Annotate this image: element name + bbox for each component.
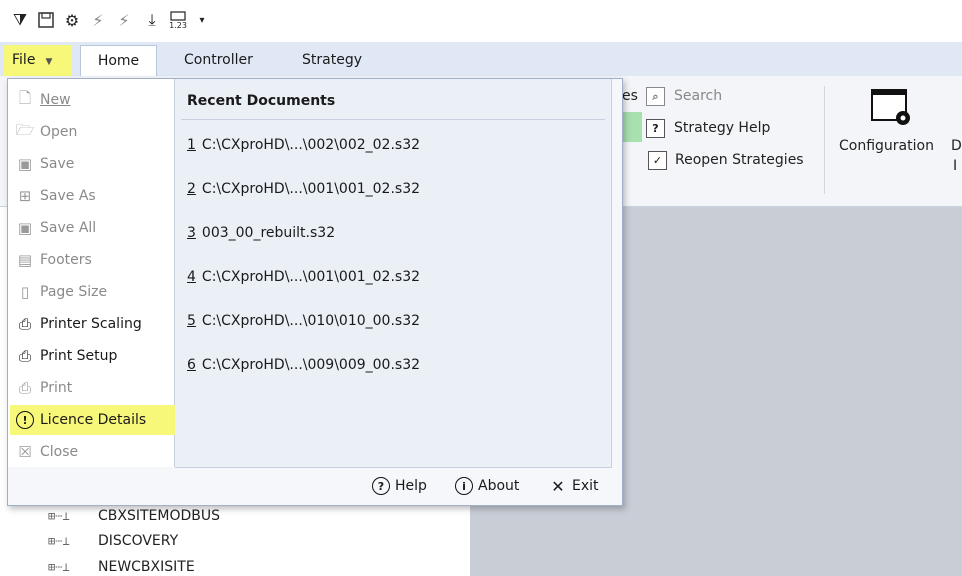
menu-item-page-size[interactable]: ▯ Page Size <box>14 277 174 307</box>
help-button[interactable]: ? Help <box>371 476 427 496</box>
recent-document-item[interactable]: 5 C:\CXproHD\...\010\010_00.s32 <box>187 313 420 329</box>
recent-document-item[interactable]: 3 003_00_rebuilt.s32 <box>187 225 335 241</box>
menu-item-print[interactable]: ⎙ Print <box>14 373 174 403</box>
reopen-strategies-label: Reopen Strategies <box>675 152 804 168</box>
menu-item-save-as[interactable]: ⊞ Save As <box>14 181 174 211</box>
footer-icon: ▤ <box>17 251 33 269</box>
close-document-icon: ☒ <box>18 443 32 461</box>
menu-item-new[interactable]: 🗋 New <box>14 85 174 115</box>
filter-icon[interactable]: ⧩ <box>10 10 30 30</box>
ribbon-active-indicator <box>622 112 642 142</box>
page-size-icon: ▯ <box>20 283 30 301</box>
recent-document-item[interactable]: 4 C:\CXproHD\...\001\001_02.s32 <box>187 269 420 285</box>
chevron-down-icon: ▼ <box>45 57 53 67</box>
recent-documents-title: Recent Documents <box>187 93 336 109</box>
strategy-help-icon: ? <box>646 119 665 138</box>
save-icon[interactable] <box>36 10 56 30</box>
tab-file[interactable]: File ▼ <box>4 45 72 76</box>
search-button[interactable]: Search <box>674 88 722 104</box>
tree-expand-icon[interactable]: ⊞┄⊥ <box>48 560 98 574</box>
licence-info-icon: ! <box>14 409 36 431</box>
tab-strategy[interactable]: Strategy <box>288 45 376 76</box>
new-document-icon: 🗋 <box>18 88 32 107</box>
about-button[interactable]: i About <box>454 476 519 496</box>
recent-document-item[interactable]: 1 C:\CXproHD\...\002\002_02.s32 <box>187 137 420 153</box>
tree-item[interactable]: ⊞┄⊥ CBXSITEMODBUS <box>48 508 220 524</box>
menu-item-print-setup[interactable]: ⎙ Print Setup <box>14 341 174 371</box>
tree-item[interactable]: ⊞┄⊥ DISCOVERY <box>48 533 178 549</box>
recent-document-item[interactable]: 6 C:\CXproHD\...\009\009_00.s32 <box>187 357 420 373</box>
save-all-icon: ▣ <box>17 219 33 237</box>
tab-controller[interactable]: Controller <box>170 45 267 76</box>
format-123-icon[interactable]: 1.23 <box>168 10 188 30</box>
configuration-button[interactable]: Configuration <box>839 138 934 154</box>
help-icon: ? <box>371 476 391 496</box>
tree-item[interactable]: ⊞┄⊥ NEWCBXISITE <box>48 559 195 575</box>
download-icon[interactable]: ⤓ <box>142 10 162 30</box>
ribbon-cut-label-2: I <box>953 158 958 174</box>
save-as-icon: ⊞ <box>18 187 32 205</box>
quick-access-toolbar: ⧩ ⚙ ⚡ ⚡ ⤓ 1.23 ▾ <box>0 0 962 42</box>
menu-item-save[interactable]: ▣ Save <box>14 149 174 179</box>
printer-scaling-icon: ⎙ <box>18 315 31 333</box>
plug-connect-icon[interactable]: ⚡ <box>114 10 134 30</box>
plug-icon[interactable]: ⚡ <box>88 10 108 30</box>
exit-button[interactable]: ✕ Exit <box>548 476 598 496</box>
file-menu: 🗋 New 🗁 Open ▣ Save ⊞ Save As ▣ Save All ▤ Foo… <box>7 78 623 506</box>
close-icon: ✕ <box>551 476 565 496</box>
gear-icon[interactable]: ⚙ <box>62 10 82 30</box>
recent-document-item[interactable]: 2 C:\CXproHD\...\001\001_02.s32 <box>187 181 420 197</box>
info-icon: i <box>454 476 474 496</box>
menu-item-close[interactable]: ☒ Close <box>14 437 174 467</box>
menu-item-footers[interactable]: ▤ Footers <box>14 245 174 275</box>
save-icon: ▣ <box>17 155 33 173</box>
tab-home[interactable]: Home <box>80 45 157 77</box>
menu-item-save-all[interactable]: ▣ Save All <box>14 213 174 243</box>
folder-open-icon: 🗁 <box>15 120 35 139</box>
strategy-help-button[interactable]: Strategy Help <box>674 120 770 136</box>
search-icon: ⌕ <box>646 87 665 106</box>
ribbon-cut-label: D <box>951 138 962 154</box>
tree-expand-icon[interactable]: ⊞┄⊥ <box>48 534 98 548</box>
ribbon-group-divider <box>824 86 825 194</box>
divider <box>181 119 605 120</box>
configuration-icon <box>870 88 914 134</box>
print-icon: ⎙ <box>18 379 31 397</box>
print-setup-icon: ⎙ <box>18 347 31 365</box>
menu-item-licence-details[interactable]: ! Licence Details <box>10 405 180 435</box>
reopen-strategies-checkbox[interactable]: ✓ <box>648 151 667 170</box>
menu-item-printer-scaling[interactable]: ⎙ Printer Scaling <box>14 309 174 339</box>
customize-dropdown-icon[interactable]: ▾ <box>192 10 212 30</box>
file-menu-commands: 🗋 New 🗁 Open ▣ Save ⊞ Save As ▣ Save All ▤ Foo… <box>8 79 180 467</box>
recent-documents-panel: Recent Documents 1 C:\CXproHD\...\002\002… <box>175 79 612 468</box>
tree-expand-icon[interactable]: ⊞┄⊥ <box>48 509 98 523</box>
menu-item-open[interactable]: 🗁 Open <box>14 117 174 147</box>
ribbon-partial-label: es <box>622 88 638 104</box>
file-menu-footer: ? Help i About ✕ Exit <box>8 468 620 504</box>
